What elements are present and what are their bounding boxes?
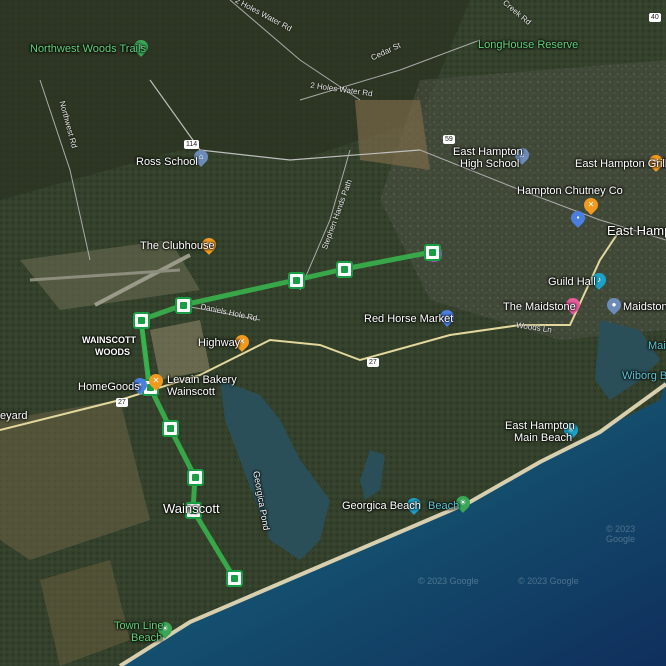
label-east-hampton-main-beach-2: Main Beach: [514, 432, 573, 444]
field-3: [150, 320, 210, 380]
google-watermark: © 2023 Google: [518, 576, 579, 586]
label-the-maidstone: The Maidstone: [503, 301, 576, 313]
route-shield-40: 40: [649, 13, 661, 22]
label-highway: Highway: [198, 337, 241, 349]
label-the-clubhouse: The Clubhouse: [140, 240, 215, 252]
label-red-horse-market: Red Horse Market: [364, 313, 454, 325]
satellite-map[interactable]: [0, 0, 666, 666]
transit-stop[interactable]: [288, 272, 305, 289]
route-shield-27: 27: [367, 358, 379, 367]
label-east-hampton: East Hampton: [607, 223, 666, 238]
transit-stop[interactable]: [187, 469, 204, 486]
route-shield-27: 27: [116, 398, 128, 407]
label-maidstone: Maidstone: [623, 301, 666, 313]
label-wainscott: Wainscott: [163, 501, 220, 516]
label-northwest-woods-trails: Northwest Woods Trails: [30, 43, 146, 55]
gas-pin-icon[interactable]: ▪: [568, 208, 588, 228]
label-town-line-beach-2: Beach: [131, 632, 163, 644]
transit-stop[interactable]: [424, 244, 441, 261]
field-1: [355, 100, 430, 170]
transit-stop[interactable]: [133, 312, 150, 329]
label-longhouse-reserve: LongHouse Reserve: [478, 39, 579, 51]
label-wainscott-woods-2: WOODS: [95, 347, 130, 357]
route-shield-114: 114: [184, 140, 200, 149]
place-pin-icon[interactable]: ●: [604, 295, 624, 315]
label-mai: Mai: [648, 340, 666, 352]
label-east-hampton-high-school-2: High School: [460, 158, 520, 170]
label-hampton-chutney: Hampton Chutney Co: [517, 185, 623, 197]
label-homegoods: HomeGoods: [78, 381, 140, 393]
google-watermark: © 2023 Google: [418, 576, 479, 586]
transit-stop[interactable]: [336, 261, 353, 278]
transit-stop[interactable]: [175, 297, 192, 314]
label-georgica-beach: Georgica Beach: [342, 500, 421, 512]
label-levain-bakery-2: Wainscott: [167, 386, 215, 398]
label-guild-hall: Guild Hall: [548, 276, 596, 288]
label-eyard: eyard: [0, 410, 28, 422]
transit-stop[interactable]: [226, 570, 243, 587]
route-shield-59: 59: [443, 135, 455, 144]
google-watermark: © 2023 Google: [606, 524, 636, 544]
label-wiborg-beach: Wiborg Beach: [622, 370, 666, 382]
transit-stop[interactable]: [162, 420, 179, 437]
restaurant-pin-icon[interactable]: ✕: [146, 371, 166, 391]
label-beach: Beach: [428, 500, 460, 512]
label-east-hampton-grill: East Hampton Grill: [575, 158, 666, 170]
label-ross-school: Ross School: [136, 156, 198, 168]
